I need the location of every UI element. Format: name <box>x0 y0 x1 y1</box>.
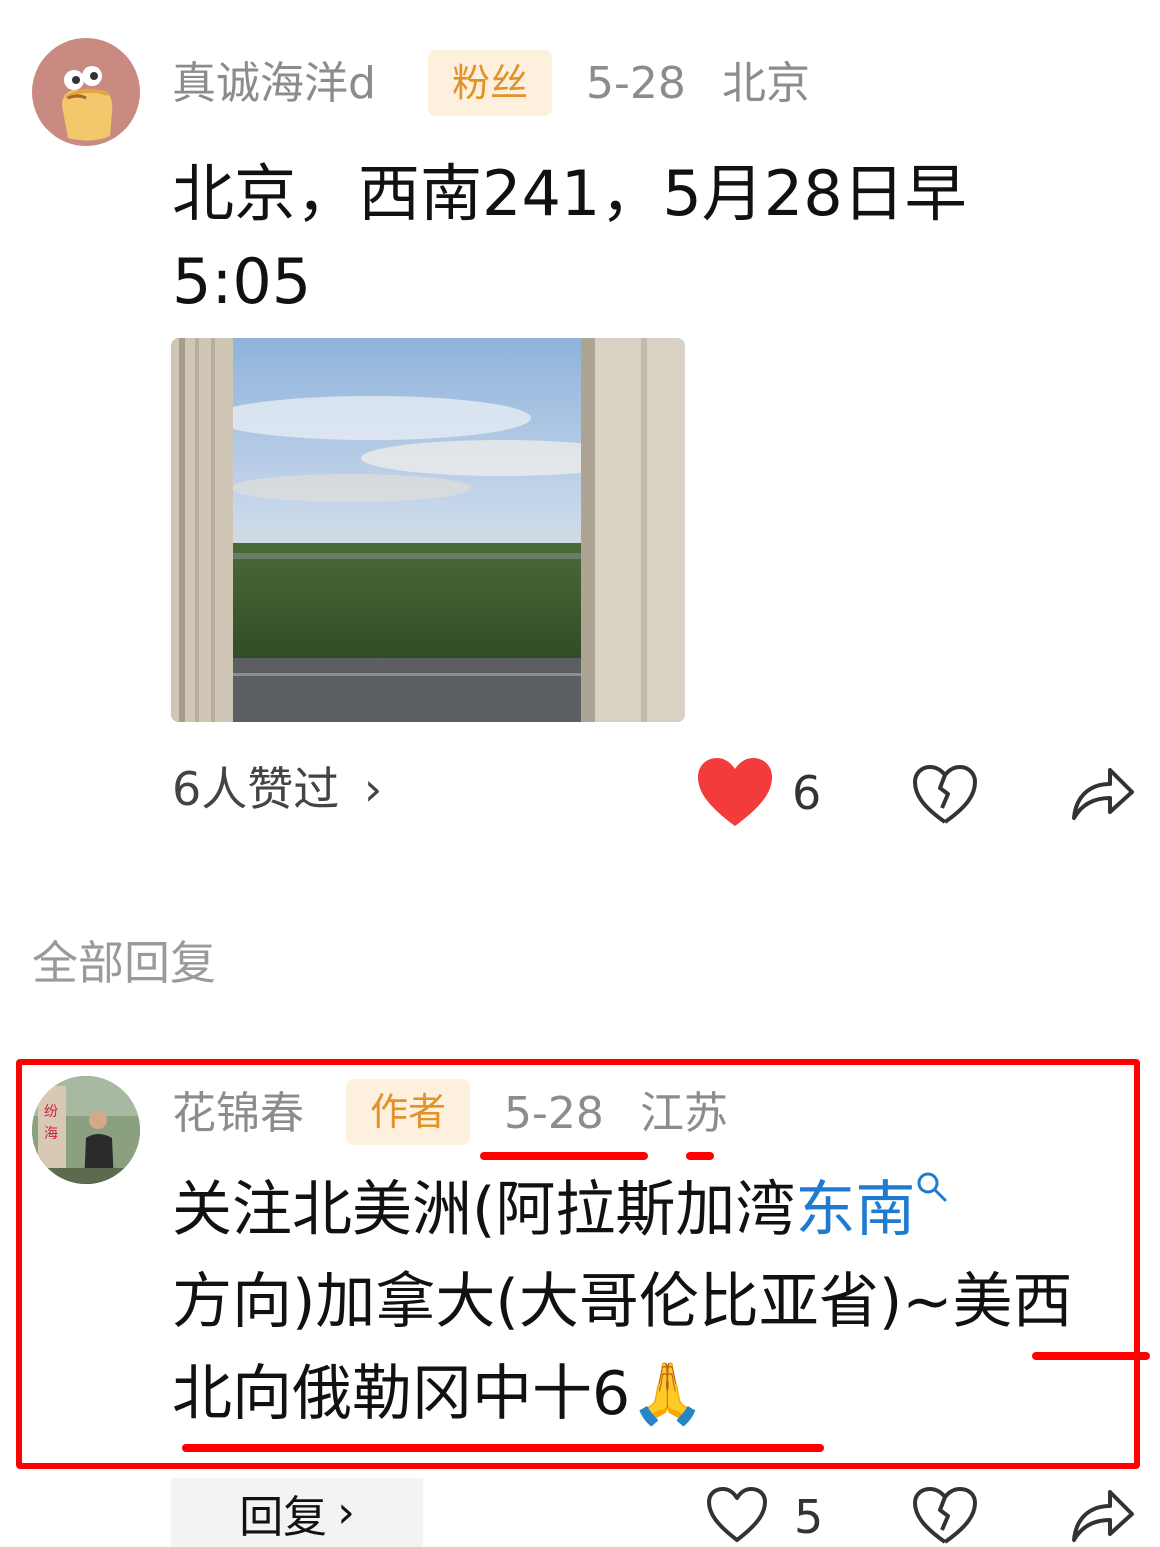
share-icon[interactable] <box>1070 762 1136 822</box>
photo-window-view <box>171 338 685 722</box>
annotation-underline-line3 <box>182 1444 824 1452</box>
post-date: 5-28 <box>586 58 686 109</box>
post-text: 北京，西南241，5月28日早5:05 <box>172 157 967 318</box>
likes-summary-text: 6人赞过 <box>172 762 340 816</box>
post-photo[interactable] <box>171 338 685 722</box>
annotation-underline-line2 <box>1032 1352 1150 1360</box>
post-like-count: 6 <box>792 766 822 820</box>
heart-filled-icon[interactable] <box>698 758 772 828</box>
broken-heart-icon[interactable] <box>912 1486 978 1546</box>
post-location: 北京 <box>722 58 810 109</box>
reply-button[interactable]: 回复 › <box>171 1478 423 1547</box>
share-icon[interactable] <box>1070 1486 1136 1544</box>
annotation-underline-location <box>686 1152 714 1160</box>
post-user-name[interactable]: 真诚海洋d <box>172 62 376 106</box>
post-avatar[interactable] <box>32 38 140 146</box>
all-replies-title: 全部回复 <box>32 936 216 990</box>
annotation-red-box <box>16 1059 1140 1469</box>
heart-outline-icon[interactable] <box>706 1486 768 1544</box>
reply-like-count: 5 <box>794 1490 824 1544</box>
post-fan-badge: 粉丝 <box>428 50 552 116</box>
chevron-right-icon: › <box>337 1487 355 1538</box>
annotation-underline-date <box>480 1152 648 1160</box>
broken-heart-icon[interactable] <box>912 764 978 826</box>
avatar-cartoon-icon <box>62 66 113 141</box>
likes-summary[interactable]: 6人赞过 › <box>172 766 382 812</box>
chevron-right-icon: › <box>363 762 383 816</box>
reply-button-label: 回复 <box>239 1491 328 1543</box>
